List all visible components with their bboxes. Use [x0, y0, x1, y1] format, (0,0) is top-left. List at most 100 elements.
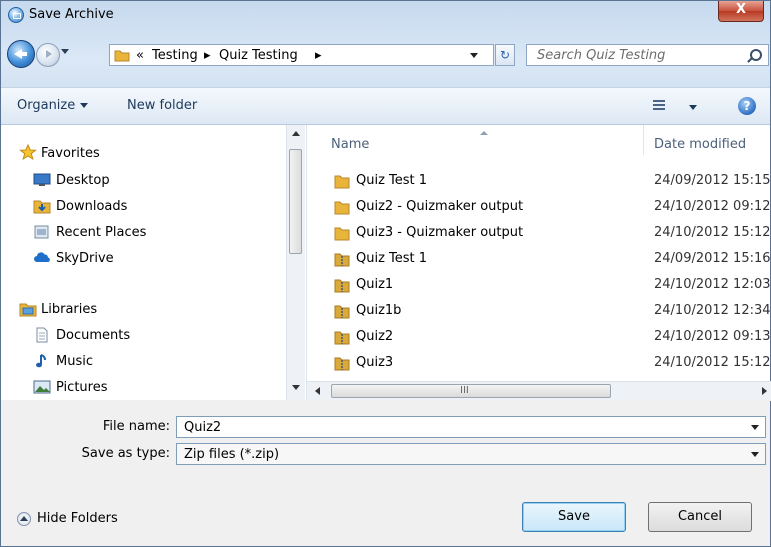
organize-button[interactable]: Organize: [17, 98, 89, 113]
column-header-name[interactable]: Name: [331, 125, 369, 157]
file-row[interactable]: Quiz1b 24/10/2012 12:34: [307, 299, 771, 325]
save-as-type-select[interactable]: Zip files (*.zip): [176, 443, 766, 465]
sort-ascending-icon: [480, 131, 488, 135]
cloud-icon: [34, 252, 50, 262]
folder-icon: [334, 227, 350, 241]
file-list-pane: Name Date modified Quiz Test 1 24/09/201…: [306, 125, 771, 401]
sidebar-item-music[interactable]: Music: [56, 354, 93, 369]
scrollbar-thumb[interactable]: III: [331, 384, 611, 398]
folder-icon: [334, 201, 350, 215]
sidebar-item-downloads[interactable]: Downloads: [56, 199, 127, 214]
file-date: 24/09/2012 15:15: [654, 173, 771, 188]
search-input[interactable]: Search Quiz Testing: [526, 44, 769, 66]
file-date: 24/10/2012 09:13: [654, 329, 771, 344]
file-name: Quiz Test 1: [356, 173, 428, 188]
zip-folder-icon: [334, 331, 350, 345]
search-placeholder: Search Quiz Testing: [537, 48, 666, 63]
chevron-down-icon[interactable]: [751, 425, 759, 430]
save-button[interactable]: Save: [522, 502, 626, 532]
sidebar-item-pictures[interactable]: Pictures: [56, 380, 107, 395]
file-name-label: File name:: [102, 419, 170, 434]
cancel-button[interactable]: Cancel: [648, 502, 752, 532]
file-row[interactable]: Quiz3 - Quizmaker output 24/10/2012 15:1…: [307, 221, 771, 247]
scrollbar-thumb[interactable]: [289, 149, 302, 254]
back-arrow-icon[interactable]: [7, 40, 35, 68]
title-bar: Save Archive X: [1, 1, 770, 31]
file-name-value: Quiz2: [184, 420, 222, 435]
column-divider[interactable]: [643, 125, 644, 155]
command-toolbar: Organize New folder ?: [1, 87, 770, 125]
file-name: Quiz2 - Quizmaker output: [356, 199, 524, 214]
dialog-app-icon: [8, 7, 24, 23]
file-row[interactable]: Quiz3 24/10/2012 15:12: [307, 351, 771, 377]
organize-label: Organize: [17, 98, 76, 113]
forward-arrow-icon[interactable]: [36, 43, 60, 67]
save-as-type-value: Zip files (*.zip): [184, 447, 280, 462]
navigation-pane: Favorites Desktop Downloads Recent Place…: [1, 125, 306, 400]
file-date: 24/10/2012 15:12: [654, 355, 771, 370]
desktop-icon: [33, 173, 51, 186]
file-row[interactable]: Quiz1 24/10/2012 12:03: [307, 273, 771, 299]
breadcrumb-separator-icon[interactable]: ▸: [204, 48, 211, 63]
navigation-bar: « Testing ▸ Quiz Testing ▸ ↻ Search Quiz…: [1, 31, 770, 87]
folder-icon: [114, 50, 130, 62]
sidebar-item-documents[interactable]: Documents: [56, 328, 130, 343]
navigation-pane-scrollbar[interactable]: [286, 125, 305, 400]
recent-pages-dropdown-icon[interactable]: [61, 49, 69, 54]
document-icon: [36, 327, 48, 343]
file-row[interactable]: Quiz2 - Quizmaker output 24/10/2012 09:1…: [307, 195, 771, 221]
scrollbar-grip: III: [460, 385, 469, 396]
file-name: Quiz2: [356, 329, 394, 344]
file-row[interactable]: Quiz Test 1 24/09/2012 15:15: [307, 169, 771, 195]
star-icon: [19, 144, 37, 160]
save-form-area: File name: Quiz2 Save as type: Zip files…: [1, 400, 770, 546]
recent-places-icon: [34, 225, 49, 239]
file-row[interactable]: Quiz2 24/10/2012 09:13: [307, 325, 771, 351]
sidebar-item-favorites[interactable]: Favorites: [41, 146, 100, 161]
file-list-horizontal-scrollbar[interactable]: III: [307, 381, 771, 401]
sidebar-item-skydrive[interactable]: SkyDrive: [56, 251, 114, 266]
scroll-up-icon[interactable]: [292, 131, 300, 136]
libraries-icon: [19, 303, 37, 317]
file-row[interactable]: Quiz Test 1 24/09/2012 15:16: [307, 247, 771, 273]
hide-folders-button[interactable]: Hide Folders: [37, 511, 118, 526]
browser-panes: Favorites Desktop Downloads Recent Place…: [1, 125, 771, 401]
zip-folder-icon: [334, 279, 350, 293]
sidebar-item-desktop[interactable]: Desktop: [56, 173, 110, 188]
address-bar[interactable]: « Testing ▸ Quiz Testing ▸: [109, 44, 494, 66]
address-dropdown-icon[interactable]: [470, 53, 478, 58]
scroll-right-icon[interactable]: [762, 387, 767, 395]
view-options-dropdown-icon[interactable]: [689, 105, 697, 110]
file-name: Quiz3 - Quizmaker output: [356, 225, 524, 240]
zip-folder-icon: [334, 253, 350, 267]
scroll-left-icon[interactable]: [315, 387, 320, 395]
chevron-up-icon[interactable]: [17, 512, 31, 526]
close-button[interactable]: X: [718, 1, 764, 22]
column-header-date-modified[interactable]: Date modified: [654, 125, 746, 157]
chevron-down-icon[interactable]: [751, 452, 759, 457]
picture-icon: [33, 380, 51, 394]
file-date: 24/10/2012 09:12: [654, 199, 771, 214]
refresh-icon[interactable]: ↻: [495, 44, 515, 66]
file-name-field[interactable]: Quiz2: [176, 416, 766, 438]
breadcrumb-separator-icon[interactable]: ▸: [315, 48, 322, 63]
file-name: Quiz1: [356, 277, 394, 292]
file-date: 24/10/2012 12:03: [654, 277, 771, 292]
file-name: Quiz1b: [356, 303, 402, 318]
search-icon[interactable]: [750, 49, 762, 61]
file-date: 24/09/2012 15:16: [654, 251, 771, 266]
help-icon[interactable]: ?: [738, 97, 756, 115]
new-folder-button[interactable]: New folder: [127, 98, 197, 113]
breadcrumb-quiz-testing[interactable]: Quiz Testing: [219, 48, 298, 63]
breadcrumb-testing[interactable]: Testing: [152, 48, 198, 63]
music-note-icon: [36, 354, 46, 368]
zip-folder-icon: [334, 357, 350, 371]
view-details-icon[interactable]: [653, 100, 665, 112]
file-name: Quiz Test 1: [356, 251, 428, 266]
address-overflow-chevron[interactable]: «: [136, 48, 144, 63]
sidebar-item-recent-places[interactable]: Recent Places: [56, 225, 146, 240]
save-as-type-label: Save as type:: [81, 446, 170, 461]
sidebar-item-libraries[interactable]: Libraries: [41, 302, 97, 317]
scroll-down-icon[interactable]: [292, 385, 300, 390]
folder-icon: [334, 175, 350, 189]
